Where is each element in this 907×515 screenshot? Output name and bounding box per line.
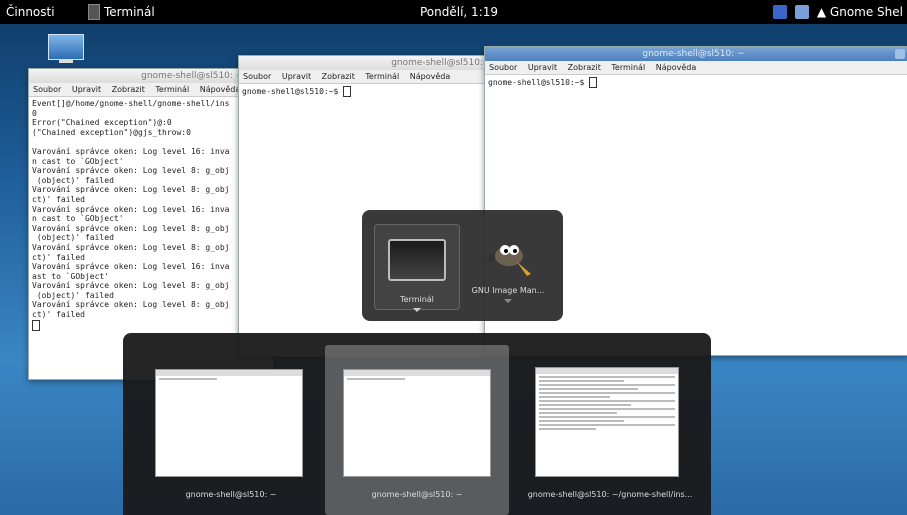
window-title[interactable]: gnome-shell@sl510: ~ <box>485 47 907 61</box>
expand-arrow-icon[interactable] <box>504 299 512 303</box>
menu-view[interactable]: Zobrazit <box>112 85 145 94</box>
terminal-output[interactable]: gnome-shell@sl510:~$ <box>485 75 907 90</box>
terminal-line: ast to `GObject' <box>32 271 110 281</box>
app-menu[interactable]: Terminál <box>88 0 155 24</box>
window-title[interactable]: gnome-shell@sl510: <box>239 56 489 70</box>
menu-help[interactable]: Nápověda <box>410 72 451 81</box>
chat-status-icon[interactable] <box>772 5 787 19</box>
thumbnail-label: gnome-shell@sl510: ~ <box>185 490 277 499</box>
terminal-line: n cast to `GObject' <box>32 214 124 224</box>
window-control-icon[interactable] <box>895 49 905 59</box>
thumbnail-label: gnome-shell@sl510: ~ <box>371 490 463 499</box>
prompt: gnome-shell@sl510:~$ <box>242 87 344 96</box>
menu-file[interactable]: Soubor <box>33 85 61 94</box>
menu-help[interactable]: Nápověda <box>200 85 241 94</box>
terminal-icon <box>388 239 446 281</box>
terminal-line: ct)' failed <box>32 194 85 204</box>
app-switcher-item-gimp[interactable]: GNU Image Man... <box>466 224 550 308</box>
prompt: gnome-shell@sl510:~$ <box>488 78 590 87</box>
user-name: Gnome Shel <box>829 5 903 19</box>
terminal-line: (object)' failed <box>32 233 114 243</box>
terminal-line: Varování správce oken: Log level 16: inv… <box>32 262 230 272</box>
window-thumbnail[interactable]: gnome-shell@sl510: ~/gnome-shell/ins... <box>517 353 703 513</box>
app-switcher-item-terminal[interactable]: Terminál <box>374 224 460 312</box>
terminal-line: Varování správce oken: Log level 8: g_ob… <box>32 300 230 310</box>
terminal-line: n cast to `GObject' <box>32 156 124 166</box>
app-label: GNU Image Man... <box>471 286 545 295</box>
menu-file[interactable]: Soubor <box>489 63 517 72</box>
computer-desktop-icon[interactable] <box>48 34 84 63</box>
menu-terminal[interactable]: Terminál <box>611 63 645 72</box>
menu-terminal[interactable]: Terminál <box>365 72 399 81</box>
menubar: Soubor Upravit Zobrazit Terminál Nápověd… <box>485 61 907 75</box>
menu-view[interactable]: Zobrazit <box>322 72 355 81</box>
menu-view[interactable]: Zobrazit <box>568 63 601 72</box>
window-thumbnail[interactable]: gnome-shell@sl510: ~ <box>325 345 509 515</box>
terminal-line: Varování správce oken: Log level 8: g_ob… <box>32 242 230 252</box>
menu-terminal[interactable]: Terminál <box>155 85 189 94</box>
app-switcher: Terminál GNU Image Man... <box>362 210 563 321</box>
text-cursor <box>343 86 352 97</box>
expand-arrow-icon[interactable] <box>413 308 421 312</box>
text-cursor <box>32 319 40 331</box>
menu-help[interactable]: Nápověda <box>656 63 697 72</box>
terminal-line: Error("Chained exception")@:0 <box>32 118 172 128</box>
thumbnail-label: gnome-shell@sl510: ~/gnome-shell/ins... <box>527 490 693 499</box>
terminal-icon <box>88 4 100 20</box>
user-menu[interactable]: ▲ Gnome Shel <box>817 0 903 24</box>
top-panel: Činnosti Terminál Pondělí, 1:19 ▲ Gnome … <box>0 0 907 24</box>
thumbnail-image <box>535 367 679 477</box>
terminal-line: Varování správce oken: Log level 16: inv… <box>32 146 230 156</box>
menu-file[interactable]: Soubor <box>243 72 271 81</box>
terminal-line: ct)' failed <box>32 252 85 262</box>
terminal-line: Varování správce oken: Log level 8: g_ob… <box>32 185 230 195</box>
terminal-line: Varování správce oken: Log level 8: g_ob… <box>32 223 230 233</box>
window-title[interactable]: gnome-shell@sl510: ~/gnor <box>29 69 273 83</box>
terminal-line: Varování správce oken: Log level 8: g_ob… <box>32 281 230 291</box>
app-menu-label: Terminál <box>104 5 155 19</box>
menubar: Soubor Upravit Zobrazit Terminál Nápověd… <box>29 83 273 97</box>
terminal-line: Varování správce oken: Log level 8: g_ob… <box>32 166 230 176</box>
terminal-output[interactable]: Event[]@/home/gnome-shell/gnome-shell/in… <box>29 97 273 333</box>
menu-edit[interactable]: Upravit <box>72 85 101 94</box>
activities-button[interactable]: Činnosti <box>6 0 55 24</box>
status-area: ▲ Gnome Shel <box>772 0 903 24</box>
clock[interactable]: Pondělí, 1:19 <box>420 0 498 24</box>
terminal-output[interactable]: gnome-shell@sl510:~$ <box>239 84 489 99</box>
window-thumbnail[interactable]: gnome-shell@sl510: ~ <box>139 353 323 513</box>
terminal-line: (object)' failed <box>32 175 114 185</box>
terminal-line: 0 <box>32 108 37 118</box>
window-switcher: gnome-shell@sl510: ~ gnome-shell@sl510: … <box>123 333 711 515</box>
menu-edit[interactable]: Upravit <box>282 72 311 81</box>
gimp-icon <box>481 232 535 280</box>
thumbnail-image <box>343 369 491 477</box>
text-cursor <box>589 77 598 88</box>
terminal-line: Event[]@/home/gnome-shell/gnome-shell/in… <box>32 99 230 108</box>
thumbnail-image <box>155 369 303 477</box>
terminal-line: ("Chained exception")@gjs_throw:0 <box>32 127 191 137</box>
accessibility-icon[interactable] <box>794 5 809 19</box>
menubar: Soubor Upravit Zobrazit Terminál Nápověd… <box>239 70 489 84</box>
terminal-line: ct)' failed <box>32 310 85 320</box>
app-label: Terminál <box>400 295 434 304</box>
terminal-line: Varování správce oken: Log level 16: inv… <box>32 204 230 214</box>
terminal-line: (object)' failed <box>32 290 114 300</box>
menu-edit[interactable]: Upravit <box>528 63 557 72</box>
